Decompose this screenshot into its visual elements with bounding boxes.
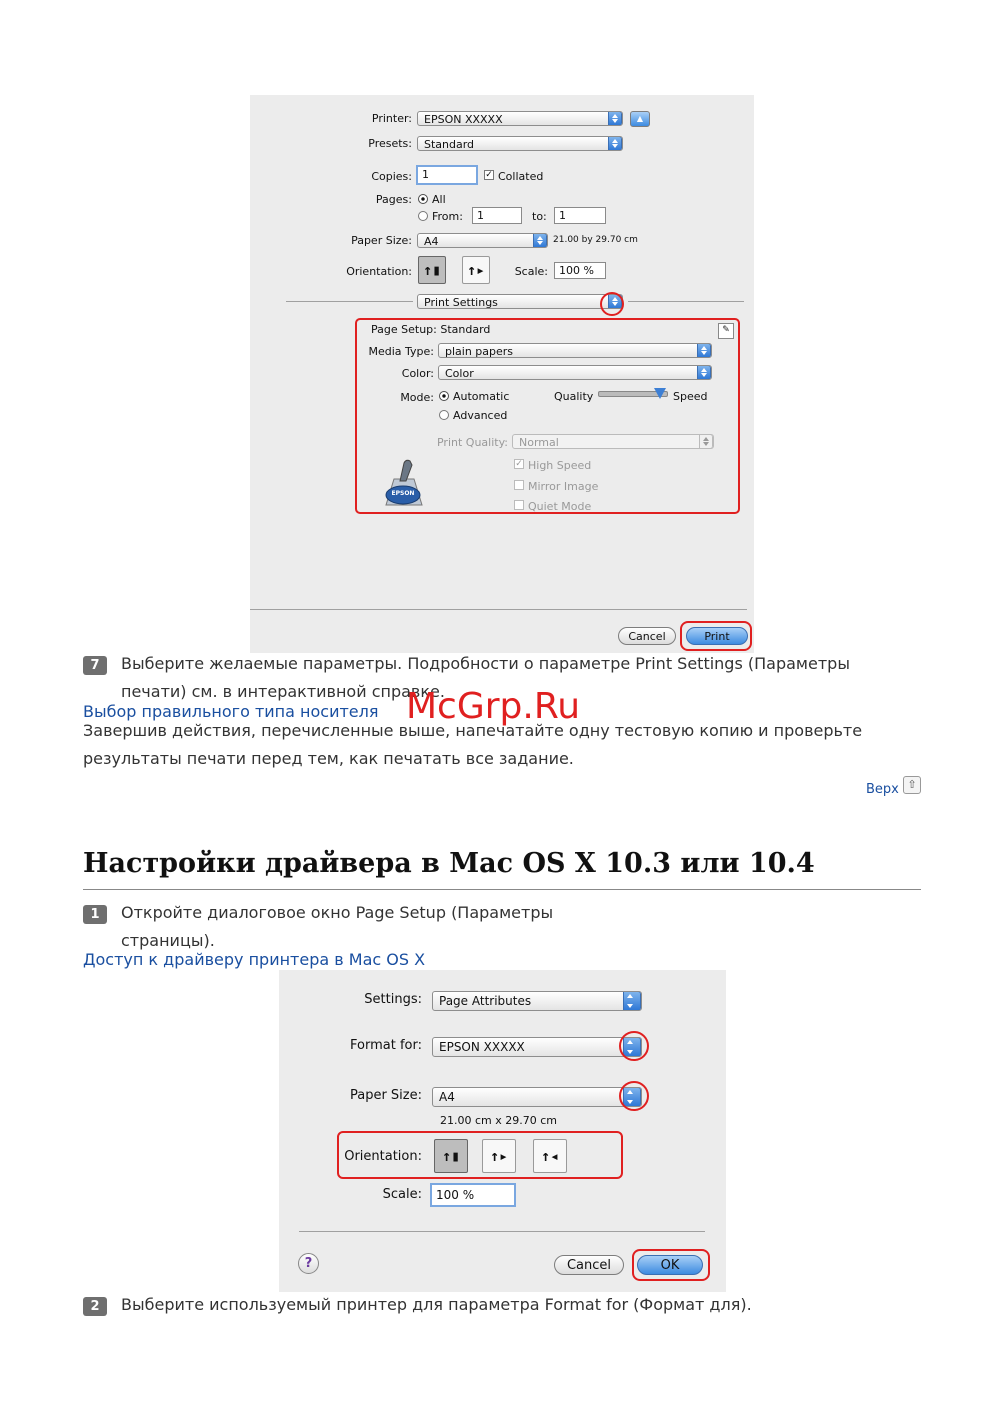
presets-popup[interactable]: Standard	[417, 136, 623, 151]
copies-field[interactable]: 1	[416, 165, 478, 185]
popup-arrows-icon	[697, 366, 711, 379]
paper-size-dims-2: 21.00 cm x 29.70 cm	[440, 1114, 558, 1127]
speed-label: Speed	[673, 390, 708, 403]
scale-field-2[interactable]: 100 %	[430, 1183, 516, 1207]
popup-arrows-icon	[699, 435, 713, 448]
scale-field[interactable]: 100 %	[554, 262, 606, 279]
copies-label: Copies:	[371, 170, 412, 183]
pages-from-label: From:	[432, 210, 463, 223]
step-number-7: 7	[83, 656, 107, 675]
epson-printer-icon: EPSON	[380, 457, 426, 509]
mode-advanced-label: Advanced	[453, 409, 508, 422]
pages-to-label: to:	[532, 210, 547, 223]
step7-line1: Выберите желаемые параметры. Подробности…	[121, 654, 850, 673]
media-type-popup[interactable]: plain papers	[438, 343, 712, 358]
orientation-label: Orientation:	[346, 265, 412, 278]
paper-size-label-2: Paper Size:	[349, 1088, 422, 1103]
slider-thumb-icon[interactable]	[654, 388, 666, 399]
mode-advanced-radio[interactable]	[439, 410, 449, 420]
paper-size-popup[interactable]: A4	[417, 233, 548, 248]
scale-label-2: Scale:	[382, 1187, 422, 1202]
high-speed-checkbox[interactable]: ✓	[514, 459, 524, 469]
step-number-2: 2	[83, 1297, 107, 1316]
cancel-button-2[interactable]: Cancel	[554, 1255, 624, 1275]
landscape-orientation-icon[interactable]: ↑▸	[482, 1139, 516, 1173]
high-speed-label: High Speed	[528, 459, 592, 472]
format-for-popup[interactable]: EPSON XXXXX	[432, 1037, 642, 1057]
tools-icon[interactable]: ✎	[718, 323, 734, 339]
quality-label: Quality	[554, 390, 594, 403]
printer-label: Printer:	[371, 112, 412, 125]
up-arrow-icon[interactable]: ⇧	[903, 776, 921, 794]
bottom-separator-2	[299, 1231, 705, 1232]
paper-size-label: Paper Size:	[351, 234, 412, 247]
page-setup-dialog: Settings: Page Attributes Format for: EP…	[279, 970, 726, 1292]
print-button-highlight	[680, 621, 752, 651]
mirror-image-label: Mirror Image	[528, 480, 599, 493]
popup-arrows-icon	[608, 112, 622, 125]
paper-size-highlight-circle	[619, 1081, 649, 1111]
step2-line1: Выберите используемый принтер для параме…	[121, 1295, 752, 1314]
print-quality-label: Print Quality:	[436, 436, 508, 449]
top-link[interactable]: Верх	[866, 782, 899, 797]
popup-arrows-icon	[533, 234, 547, 247]
finish-para-line2: результаты печати перед тем, как печатат…	[83, 749, 574, 768]
from-field[interactable]: 1	[472, 207, 522, 224]
mirror-image-checkbox[interactable]	[514, 480, 524, 490]
print-dialog: Printer: EPSON XXXXX ▲ Presets: Standard…	[250, 95, 754, 653]
print-quality-popup[interactable]: Normal	[512, 434, 714, 449]
collated-checkbox[interactable]: ✓	[484, 170, 494, 180]
popup-arrows-icon	[697, 344, 711, 357]
paper-size-dims: 21.00 by 29.70 cm	[553, 235, 638, 245]
page-setup-text: Page Setup: Standard	[371, 323, 491, 336]
format-highlight-circle	[619, 1031, 649, 1061]
panel-separator-left	[286, 301, 413, 302]
cancel-button[interactable]: Cancel	[618, 627, 676, 645]
highlight-circle	[600, 292, 624, 316]
printer-popup[interactable]: EPSON XXXXX	[417, 111, 623, 126]
quiet-mode-label: Quiet Mode	[528, 500, 592, 513]
panel-popup[interactable]: Print Settings	[417, 294, 623, 309]
presets-label: Presets:	[368, 137, 412, 150]
media-type-label: Media Type:	[368, 345, 434, 358]
color-popup[interactable]: Color	[438, 365, 712, 380]
step-number-1: 1	[83, 905, 107, 924]
portrait-orientation-icon[interactable]: ↑▮	[434, 1139, 468, 1173]
ok-button-highlight	[632, 1249, 710, 1281]
landscape-orientation-icon[interactable]: ↑▸	[462, 256, 490, 284]
color-label: Color:	[401, 367, 434, 380]
settings-label: Settings:	[364, 992, 422, 1007]
settings-popup[interactable]: Page Attributes	[432, 991, 642, 1011]
popup-arrows-icon	[608, 137, 622, 150]
pages-all-label: All	[432, 193, 446, 206]
mode-label: Mode:	[400, 391, 434, 404]
format-for-label: Format for:	[350, 1038, 422, 1053]
pages-from-radio[interactable]	[418, 211, 428, 221]
quiet-mode-checkbox[interactable]	[514, 500, 524, 510]
scale-label: Scale:	[514, 265, 548, 278]
mode-automatic-radio[interactable]	[439, 391, 449, 401]
portrait-orientation-icon[interactable]: ↑▮	[418, 256, 446, 284]
epson-logo: EPSON	[391, 490, 415, 497]
finish-para-line1: Завершив действия, перечисленные выше, н…	[83, 721, 863, 740]
collated-label: Collated	[498, 170, 544, 183]
paper-size-popup-2[interactable]: A4	[432, 1087, 642, 1107]
mode-automatic-label: Automatic	[453, 390, 510, 403]
to-field[interactable]: 1	[554, 207, 606, 224]
pages-all-radio[interactable]	[418, 194, 428, 204]
popup-arrows-icon	[623, 992, 641, 1010]
reverse-landscape-orientation-icon[interactable]: ↑◂	[533, 1139, 567, 1173]
pages-label: Pages:	[375, 193, 412, 206]
help-button[interactable]: ?	[298, 1253, 319, 1274]
disclosure-button[interactable]: ▲	[630, 111, 650, 127]
panel-separator-right	[628, 301, 744, 302]
step1-line1: Откройте диалоговое окно Page Setup (Пар…	[121, 903, 554, 922]
heading-rule	[83, 889, 921, 890]
bottom-separator	[250, 609, 747, 610]
section-heading: Настройки драйвера в Mac OS X 10.3 или 1…	[83, 848, 815, 879]
orientation-label-2: Orientation:	[344, 1149, 422, 1164]
